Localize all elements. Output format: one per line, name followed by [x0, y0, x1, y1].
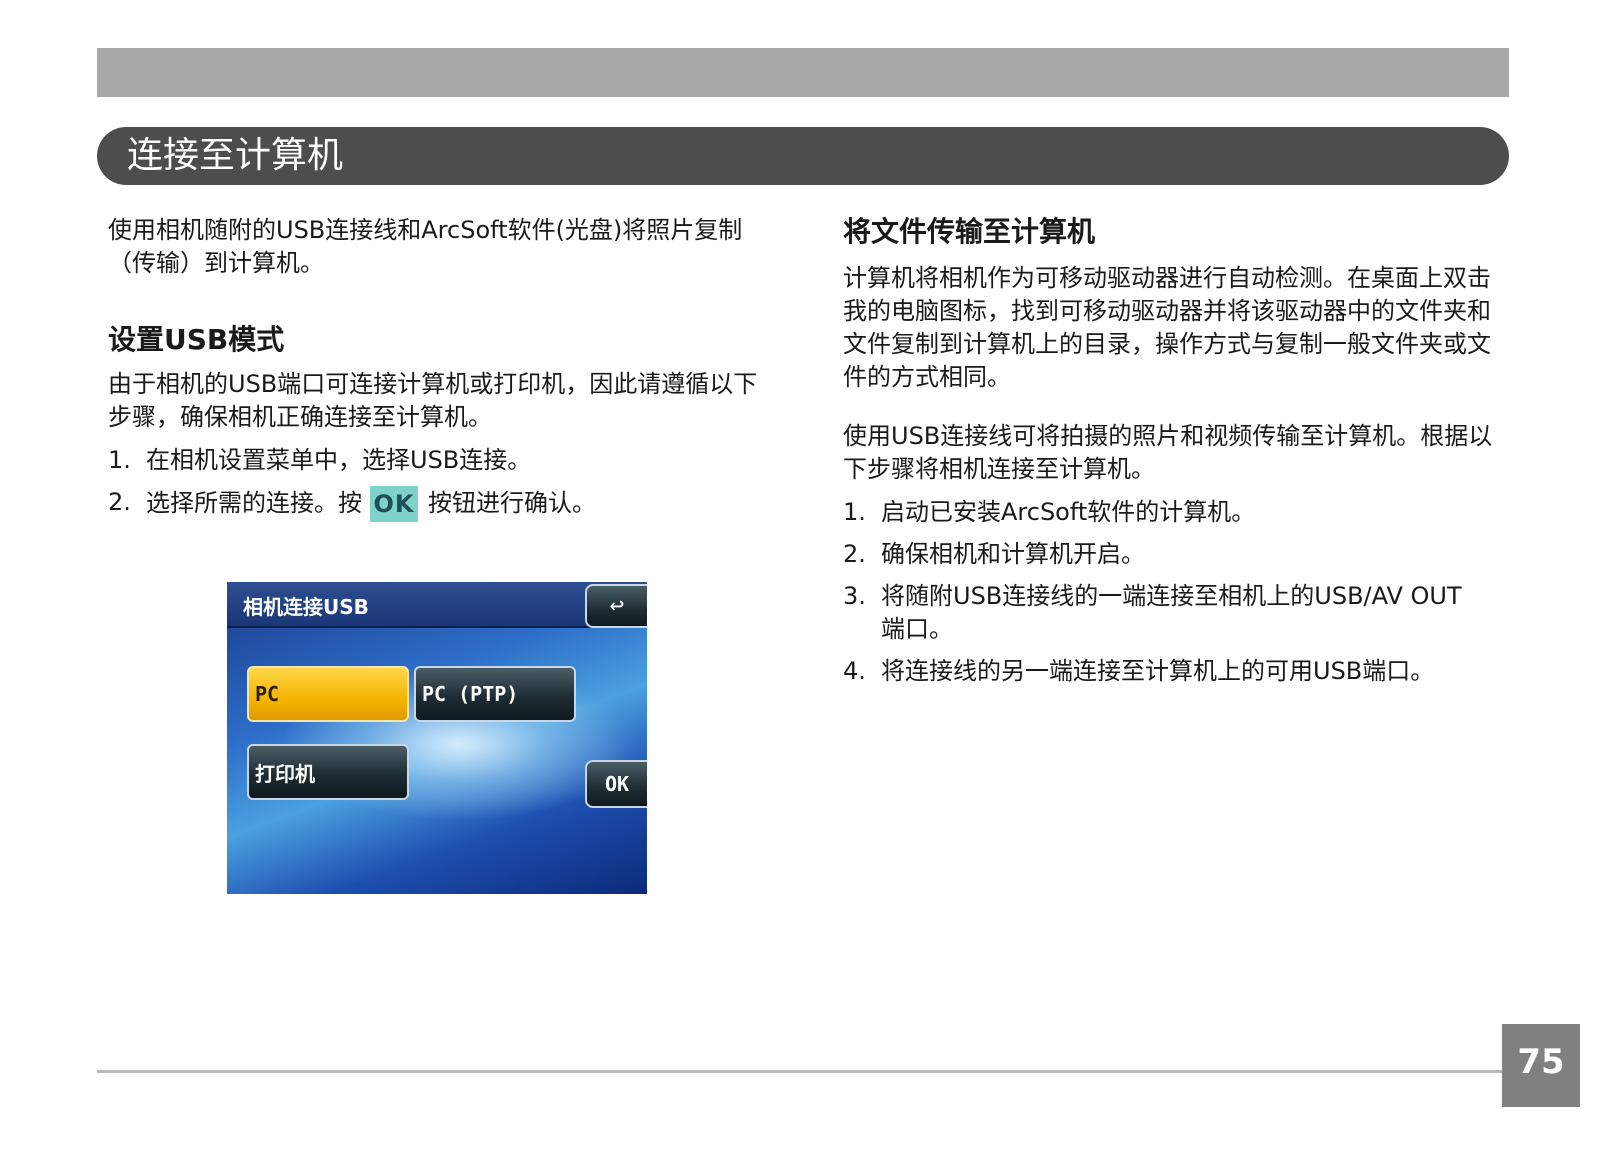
list-item: 1. 启动已安装ArcSoft软件的计算机。	[843, 496, 1503, 529]
list-item: 2. 选择所需的连接。按 OK 按钮进行确认。	[108, 486, 768, 522]
back-arrow-icon[interactable]: ↩	[585, 584, 647, 628]
option-pc-ptp-button[interactable]: PC (PTP)	[414, 666, 576, 722]
step-text: 在相机设置菜单中，选择USB连接。	[146, 446, 532, 474]
usb-mode-heading: 设置USB模式	[108, 323, 285, 356]
left-column: 使用相机随附的USB连接线和ArcSoft软件(光盘)将照片复制（传输）到计算机…	[108, 214, 768, 531]
top-header-band	[97, 48, 1509, 97]
step-text-after: 按钮进行确认。	[428, 489, 596, 517]
option-pc-button[interactable]: PC	[247, 666, 409, 722]
step-number: 1.	[843, 498, 866, 526]
step-text: 将连接线的另一端连接至计算机上的可用USB端口。	[881, 657, 1435, 685]
transfer-steps-list: 1. 启动已安装ArcSoft软件的计算机。 2. 确保相机和计算机开启。 3.…	[843, 496, 1503, 688]
camera-screen-header: 相机连接USB	[227, 582, 647, 628]
option-printer-button[interactable]: 打印机	[247, 744, 409, 800]
list-item: 2. 确保相机和计算机开启。	[843, 538, 1503, 571]
step-number: 2.	[108, 488, 131, 516]
step-text: 将随附USB连接线的一端连接至相机上的USB/AV OUT端口。	[881, 582, 1462, 643]
page-title: 连接至计算机	[127, 135, 344, 176]
step-text-before: 选择所需的连接。按	[146, 489, 362, 517]
step-number: 1.	[108, 446, 131, 474]
transfer-paragraph-1: 计算机将相机作为可移动驱动器进行自动检测。在桌面上双击我的电脑图标，找到可移动驱…	[843, 264, 1491, 391]
step-text: 选择所需的连接。按 OK 按钮进行确认。	[146, 486, 768, 522]
camera-usb-screen: 相机连接USB ↩ PC PC (PTP) 打印机 OK	[227, 582, 647, 894]
list-item: 3. 将随附USB连接线的一端连接至相机上的USB/AV OUT端口。	[843, 580, 1503, 646]
page-number-badge: 75	[1502, 1024, 1580, 1107]
camera-ok-button[interactable]: OK	[585, 760, 647, 808]
camera-screen-title: 相机连接USB	[243, 595, 369, 619]
step-number: 3.	[843, 582, 866, 610]
transfer-paragraph-2: 使用USB连接线可将拍摄的照片和视频传输至计算机。根据以下步骤将相机连接至计算机…	[843, 422, 1493, 483]
right-column: 将文件传输至计算机 计算机将相机作为可移动驱动器进行自动检测。在桌面上双击我的电…	[843, 214, 1503, 697]
step-text: 启动已安装ArcSoft软件的计算机。	[881, 498, 1256, 526]
step-number: 4.	[843, 657, 866, 685]
list-item: 1. 在相机设置菜单中，选择USB连接。	[108, 444, 768, 477]
section-title-bar: 连接至计算机	[97, 127, 1509, 185]
step-text: 确保相机和计算机开启。	[881, 540, 1145, 568]
usb-mode-paragraph: 由于相机的USB端口可连接计算机或打印机，因此请遵循以下步骤，确保相机正确连接至…	[108, 370, 758, 431]
intro-paragraph: 使用相机随附的USB连接线和ArcSoft软件(光盘)将照片复制（传输）到计算机…	[108, 216, 743, 277]
usb-steps-list: 1. 在相机设置菜单中，选择USB连接。 2. 选择所需的连接。按 OK 按钮进行确…	[108, 444, 768, 522]
ok-button-icon: OK	[370, 486, 418, 522]
footer-divider	[97, 1070, 1502, 1073]
list-item: 4. 将连接线的另一端连接至计算机上的可用USB端口。	[843, 655, 1503, 688]
step-number: 2.	[843, 540, 866, 568]
transfer-heading: 将文件传输至计算机	[843, 215, 1096, 248]
